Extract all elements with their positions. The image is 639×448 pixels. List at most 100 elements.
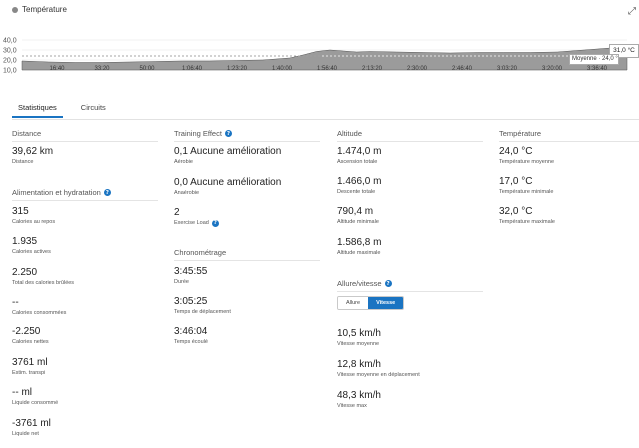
stat-value: 3:05:25 <box>174 296 208 307</box>
stat-altitude-minimale: 790,4 m Altitude minimale <box>337 206 379 226</box>
tab-statistiques[interactable]: Statistiques <box>12 100 63 118</box>
x-tick-label: 2:30:00 <box>407 66 428 72</box>
section-divider <box>499 141 639 142</box>
column-training-chrono: Training Effect ? 0,1 Aucune amélioratio… <box>174 120 324 370</box>
stat-label: Vitesse max <box>337 403 367 409</box>
x-tick-label: 1:23:20 <box>227 66 248 72</box>
stat-calories-totales: 2.250 Total des calories brûlées <box>12 267 74 287</box>
temperature-title: Température <box>499 129 542 138</box>
x-tick-label: 3:20:00 <box>542 66 563 72</box>
info-icon[interactable]: ? <box>384 280 392 287</box>
x-tick-label: 2:46:40 <box>452 66 473 72</box>
distance-title: Distance <box>12 129 42 138</box>
stat-value: 1.586,8 m <box>337 237 382 248</box>
stat-label: Vitesse moyenne <box>337 341 380 347</box>
stat-estim-transpi: 3761 ml Estim. transpi <box>12 357 48 377</box>
stat-label: Durée <box>174 279 189 285</box>
info-icon[interactable]: ? <box>103 189 111 196</box>
stat-label: Température minimale <box>499 189 554 195</box>
legend-dot-icon <box>12 6 18 13</box>
stat-value: 1.935 <box>12 236 38 247</box>
tab-circuits[interactable]: Circuits <box>75 100 112 118</box>
stat-label: Aérobie <box>174 159 193 165</box>
x-tick-label: 3:03:20 <box>497 66 518 72</box>
stat-value: 39,62 km <box>12 146 54 157</box>
stat-value: -- ml <box>12 387 32 398</box>
x-tick-label: 1:06:40 <box>182 66 203 72</box>
stat-value: 24,0 °C <box>499 146 533 157</box>
chrono-section-header: Chronométrage <box>174 248 320 261</box>
stat-vitesse-deplacement: 12,8 km/h Vitesse moyenne en déplacement <box>337 359 420 379</box>
stat-value: 1.474,0 m <box>337 146 382 157</box>
stat-calories-actives: 1.935 Calories actives <box>12 236 51 256</box>
section-divider <box>174 260 320 261</box>
stat-temperature-minimale: 17,0 °C Température minimale <box>499 176 553 196</box>
stat-value: 790,4 m <box>337 206 374 217</box>
info-icon[interactable]: ? <box>224 130 232 137</box>
chart-legend-label: Température <box>22 5 67 14</box>
stat-label: Température maximale <box>499 219 555 225</box>
stat-vitesse-max: 48,3 km/h Vitesse max <box>337 390 381 410</box>
column-altitude-pace: Altitude 1.474,0 m Ascension totale 1.46… <box>337 120 487 420</box>
stat-label: Calories au repos <box>12 219 56 225</box>
stat-label-text: Exercise Load <box>174 220 209 226</box>
x-tick-label: 2:13:20 <box>362 66 383 72</box>
stat-label: Distance <box>12 159 34 165</box>
stat-label: Altitude maximale <box>337 250 381 256</box>
stat-label: Total des calories brûlées <box>12 280 75 286</box>
stat-temperature-maximale: 32,0 °C Température maximale <box>499 206 555 226</box>
stat-liquide-consomme: -- ml Liquide consommé <box>12 387 58 407</box>
expand-icon[interactable]: ⤢ <box>628 6 636 17</box>
stat-label: Exercise Load ? <box>174 219 219 227</box>
y-tick-label: 30,0 <box>3 48 17 55</box>
stat-temps-deplacement: 3:05:25 Temps de déplacement <box>174 296 231 316</box>
chart-legend[interactable]: Température <box>12 5 67 14</box>
temperature-chart-svg: 40,0 30,0 20,0 10,0 16:40 33:20 50:00 1:06:40 1… <box>3 38 628 75</box>
stat-aerobie: 0,1 Aucune amélioration Aérobie <box>174 146 281 166</box>
stat-label: Altitude minimale <box>337 219 379 225</box>
pace-speed-toggle: Allure Vitesse <box>337 296 405 310</box>
x-tick-label: 3:36:40 <box>587 66 608 72</box>
stat-temperature-moyenne: 24,0 °C Température moyenne <box>499 146 554 166</box>
stat-anaerobie: 0,0 Aucune amélioration Anaérobie <box>174 177 281 197</box>
stat-distance: 39,62 km Distance <box>12 146 53 166</box>
column-temperature: Température 24,0 °C Température moyenne … <box>499 120 639 240</box>
stat-value: 2.250 <box>12 267 38 278</box>
altitude-title: Altitude <box>337 129 363 138</box>
stat-exercise-load: 2 Exercise Load ? <box>174 207 219 227</box>
stat-value: 0,0 Aucune amélioration <box>174 177 282 188</box>
x-tick-label: 1:56:40 <box>317 66 338 72</box>
toggle-allure[interactable]: Allure <box>338 297 369 309</box>
stat-label: Liquide net <box>12 431 39 437</box>
stat-label: Vitesse moyenne en déplacement <box>337 372 420 378</box>
pace-section-header: Allure/vitesse ? <box>337 279 483 292</box>
y-tick-label: 20,0 <box>3 58 17 65</box>
training-title: Training Effect <box>174 129 222 138</box>
temperature-chart[interactable]: 40,0 30,0 20,0 10,0 16:40 33:20 50:00 1:06:40 1… <box>0 0 639 78</box>
stat-calories-consommees: -- Calories consommées <box>12 297 66 317</box>
stat-calories-nettes: -2.250 Calories nettes <box>12 326 49 346</box>
x-tick-label: 33:20 <box>94 66 110 72</box>
altitude-section-header: Altitude <box>337 129 483 142</box>
toggle-vitesse[interactable]: Vitesse <box>368 297 404 309</box>
stat-value: -2.250 <box>12 326 41 337</box>
stat-value: 3:46:04 <box>174 326 208 337</box>
training-section-header: Training Effect ? <box>174 129 320 142</box>
stat-temps-ecoule: 3:46:04 Temps écoulé <box>174 326 208 346</box>
stat-value: 32,0 °C <box>499 206 533 217</box>
y-tick-label: 40,0 <box>3 38 17 45</box>
stat-label: Descente totale <box>337 189 376 195</box>
stat-label: Liquide consommé <box>12 400 59 406</box>
stat-value: 315 <box>12 206 29 217</box>
stat-value: 3:45:55 <box>174 266 208 277</box>
temperature-section-header: Température <box>499 129 639 142</box>
info-icon[interactable]: ? <box>211 219 219 227</box>
stat-value: 3761 ml <box>12 357 48 368</box>
stat-value: -- <box>12 297 19 308</box>
nutrition-section-header: Alimentation et hydratation ? <box>12 188 158 201</box>
stat-liquide-net: -3761 ml Liquide net <box>12 418 51 438</box>
section-divider <box>337 141 483 142</box>
stat-label: Estim. transpi <box>12 370 46 376</box>
pace-title: Allure/vitesse <box>337 279 382 288</box>
stat-label: Temps écoulé <box>174 339 208 345</box>
